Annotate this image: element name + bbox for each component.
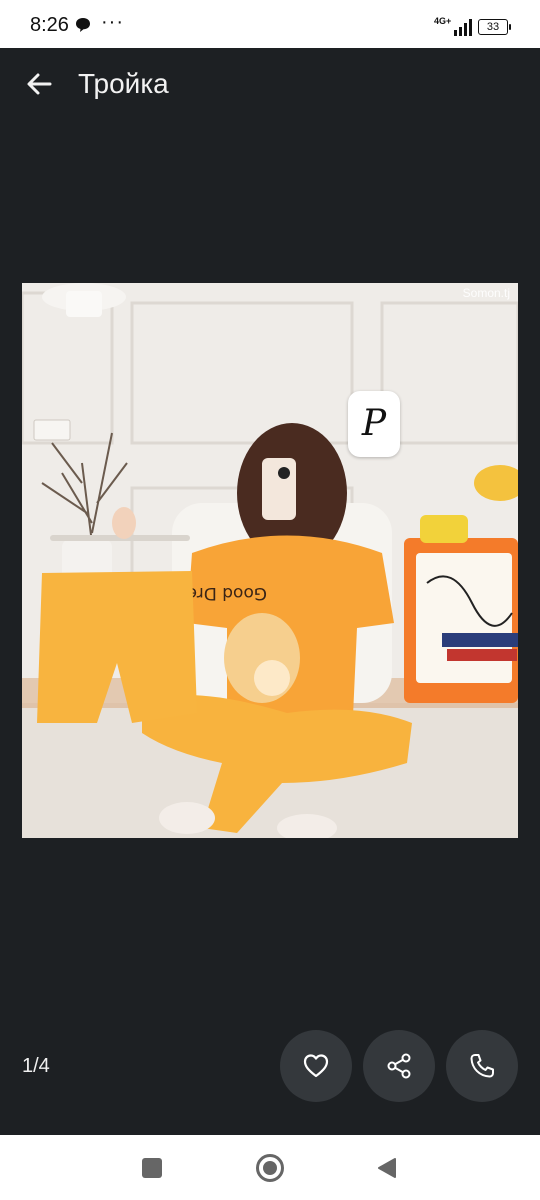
phone-icon bbox=[470, 1054, 494, 1078]
arrow-left-icon bbox=[27, 73, 52, 95]
status-time: 8:26 bbox=[30, 14, 69, 36]
heart-icon bbox=[303, 1054, 329, 1078]
watermark: Somon.tj bbox=[462, 286, 510, 300]
chat-notification-icon bbox=[75, 17, 91, 38]
back-button[interactable] bbox=[22, 66, 58, 102]
call-button[interactable] bbox=[446, 1030, 518, 1102]
signal-icon bbox=[454, 19, 472, 36]
image-counter: 1/4 bbox=[22, 1055, 50, 1077]
share-icon bbox=[387, 1053, 411, 1079]
brand-badge: P bbox=[348, 391, 400, 457]
status-bar: 8:26 ··· 4G+ 33 bbox=[0, 0, 540, 48]
more-notifications-icon: ··· bbox=[101, 11, 124, 33]
home-button[interactable] bbox=[256, 1154, 284, 1182]
system-back-button[interactable] bbox=[376, 1157, 398, 1179]
app-bar: Тройка bbox=[0, 48, 540, 124]
page-title: Тройка bbox=[78, 68, 169, 99]
pajama-photo-illustration: Good Dream bbox=[22, 283, 518, 838]
recent-apps-button[interactable] bbox=[142, 1158, 162, 1178]
favorite-button[interactable] bbox=[280, 1030, 352, 1102]
system-nav-bar bbox=[0, 1135, 540, 1200]
product-photo[interactable]: Good Dream Somon.tj P bbox=[22, 283, 518, 838]
share-button[interactable] bbox=[363, 1030, 435, 1102]
battery-indicator: 33 bbox=[478, 19, 511, 35]
